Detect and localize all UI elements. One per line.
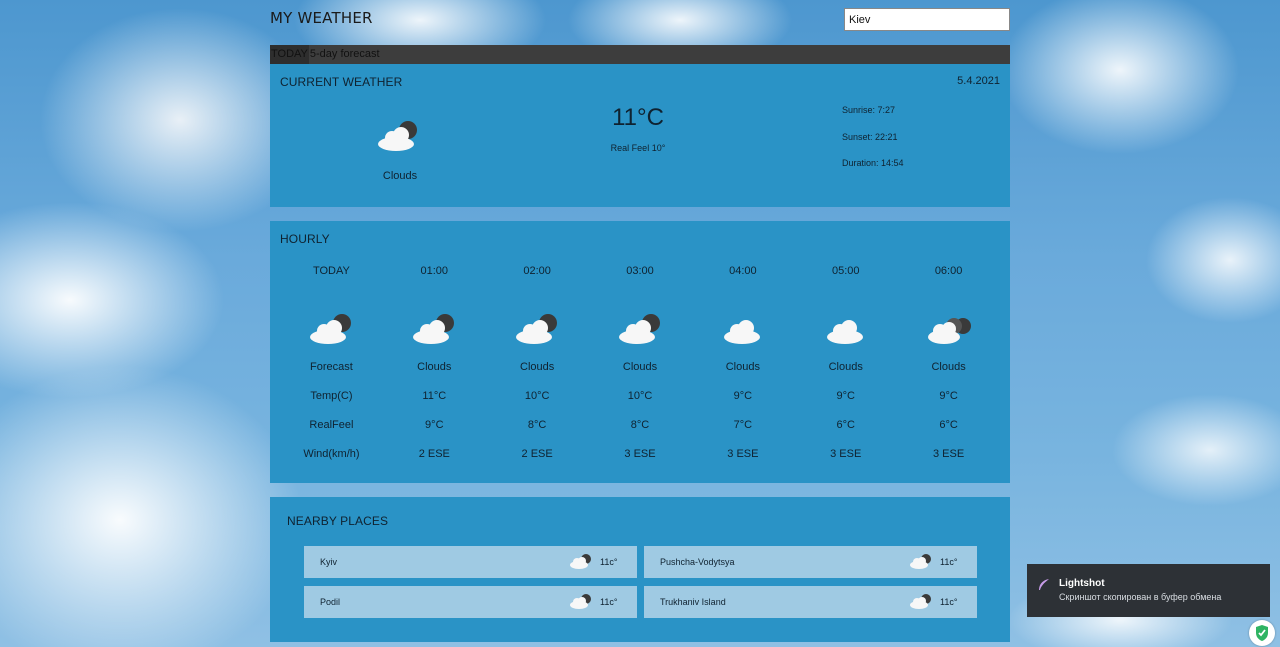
realfeel-label: RealFeel xyxy=(309,419,354,431)
hour-temp: 9°C xyxy=(939,390,958,402)
cloud-night-icon xyxy=(589,285,692,347)
hourly-column: 05:00 Clouds 9°C 6°C 3 ESE xyxy=(794,265,897,469)
current-date: 5.4.2021 xyxy=(957,75,1000,87)
current-weather-title: CURRENT WEATHER xyxy=(280,75,403,89)
notification-message: Скриншот скопирован в буфер обмена xyxy=(1059,592,1222,602)
app-title: MY WEATHER xyxy=(270,9,373,27)
place-card[interactable]: Trukhaniv Island 11c° xyxy=(644,586,977,618)
current-real-feel: Real Feel 10° xyxy=(610,143,666,153)
wind-label: Wind(km/h) xyxy=(303,448,360,460)
place-card[interactable]: Pushcha-Vodytsya 11c° xyxy=(644,546,977,578)
hour-temp: 10°C xyxy=(524,390,550,402)
hour-time: 05:00 xyxy=(831,265,860,277)
hour-temp: 11°C xyxy=(422,390,447,402)
current-weather-panel: CURRENT WEATHER 5.4.2021 Clouds 11°C Rea… xyxy=(270,64,1010,207)
tab-5-day-forecast[interactable]: 5-day forecast xyxy=(309,45,381,64)
hour-forecast: Clouds xyxy=(520,361,555,373)
sunrise-text: Sunrise: 7:27 xyxy=(842,105,896,115)
place-temp: 11c° xyxy=(600,557,618,567)
hour-time: 04:00 xyxy=(729,265,757,277)
hour-time: 03:00 xyxy=(626,265,654,277)
sunset-text: Sunset: 22:21 xyxy=(842,132,898,142)
cloud-sun-icon xyxy=(280,285,383,347)
hourly-title: HOURLY xyxy=(280,232,330,246)
hour-wind: 3 ESE xyxy=(727,448,759,460)
place-name: Podil xyxy=(320,597,341,607)
cloud-sun-icon xyxy=(376,118,424,158)
cloud-icon xyxy=(691,285,794,347)
hour-wind: 3 ESE xyxy=(830,448,862,460)
shield-icon[interactable] xyxy=(1249,620,1275,646)
hour-wind: 2 ESE xyxy=(521,448,553,460)
city-search-input[interactable] xyxy=(844,8,1010,31)
hourly-grid: TODAY Forecast Temp(C) RealFeel Wind(km/… xyxy=(280,265,1000,469)
hourly-panel: HOURLY TODAY Forecast Temp(C) RealFeel W… xyxy=(270,221,1010,483)
place-card[interactable]: Kyiv 11c° xyxy=(304,546,637,578)
cloud-night-icon xyxy=(569,592,593,612)
hour-forecast: Clouds xyxy=(828,361,863,373)
temp-label: Temp(C) xyxy=(310,390,353,402)
broken-clouds-icon xyxy=(897,285,1000,347)
hour-time: 01:00 xyxy=(420,265,449,277)
place-temp: 11c° xyxy=(940,597,958,607)
nearby-places-title: NEARBY PLACES xyxy=(287,514,389,528)
place-card[interactable]: Podil 11c° xyxy=(304,586,637,618)
cloud-night-icon xyxy=(909,552,933,572)
place-name: Trukhaniv Island xyxy=(660,597,726,607)
hour-forecast: Clouds xyxy=(417,361,452,373)
tab-bar: TODAY 5-day forecast xyxy=(270,45,1010,64)
hour-temp: 9°C xyxy=(836,390,855,402)
hour-realfeel: 8°C xyxy=(527,419,547,431)
notification-title: Lightshot xyxy=(1059,578,1105,589)
hour-time: 06:00 xyxy=(934,265,963,277)
hour-wind: 3 ESE xyxy=(624,448,656,460)
place-temp: 11c° xyxy=(600,597,618,607)
hour-realfeel: 7°C xyxy=(733,419,753,431)
feather-icon xyxy=(1037,578,1051,597)
day-duration-text: Duration: 14:54 xyxy=(842,158,904,168)
hour-temp: 10°C xyxy=(627,390,653,402)
hour-realfeel: 6°C xyxy=(836,419,855,431)
current-description: Clouds xyxy=(382,170,418,182)
place-name: Pushcha-Vodytsya xyxy=(660,557,735,567)
current-temperature: 11°C xyxy=(612,104,664,131)
lightshot-notification[interactable]: Lightshot Скриншот скопирован в буфер об… xyxy=(1027,564,1270,617)
hour-realfeel: 9°C xyxy=(425,419,444,431)
nearby-places-panel: NEARBY PLACES Kyiv 11c° Pushcha-Vodytsya… xyxy=(270,497,1010,642)
hour-realfeel: 8°C xyxy=(630,419,650,431)
hour-wind: 2 ESE xyxy=(418,448,450,460)
cloud-night-icon xyxy=(909,592,933,612)
cloud-icon xyxy=(794,285,897,347)
hourly-column: 04:00 Clouds 9°C 7°C 3 ESE xyxy=(691,265,794,469)
cloud-night-icon xyxy=(383,285,486,347)
hourly-today-label: TODAY xyxy=(312,265,350,277)
place-name: Kyiv xyxy=(320,557,338,567)
hour-forecast: Clouds xyxy=(931,361,966,373)
hour-temp: 9°C xyxy=(733,390,753,402)
hourly-column: 02:00 Clouds 10°C 8°C 2 ESE xyxy=(486,265,589,469)
hour-forecast: Clouds xyxy=(725,361,760,373)
cloud-night-icon xyxy=(486,285,589,347)
hour-wind: 3 ESE xyxy=(932,448,965,460)
hour-forecast: Clouds xyxy=(622,361,658,373)
tab-today[interactable]: TODAY xyxy=(270,45,309,64)
hourly-column: 06:00 Clouds 9°C 6°C 3 ESE xyxy=(897,265,1000,469)
hourly-column: 01:00 Clouds 11°C 9°C 2 ESE xyxy=(383,265,486,469)
cloud-night-icon xyxy=(569,552,593,572)
place-temp: 11c° xyxy=(940,557,958,567)
hour-realfeel: 6°C xyxy=(939,419,958,431)
hourly-column: 03:00 Clouds 10°C 8°C 3 ESE xyxy=(589,265,692,469)
hourly-label-column: TODAY Forecast Temp(C) RealFeel Wind(km/… xyxy=(280,265,383,469)
hour-time: 02:00 xyxy=(523,265,551,277)
forecast-label: Forecast xyxy=(310,361,353,373)
